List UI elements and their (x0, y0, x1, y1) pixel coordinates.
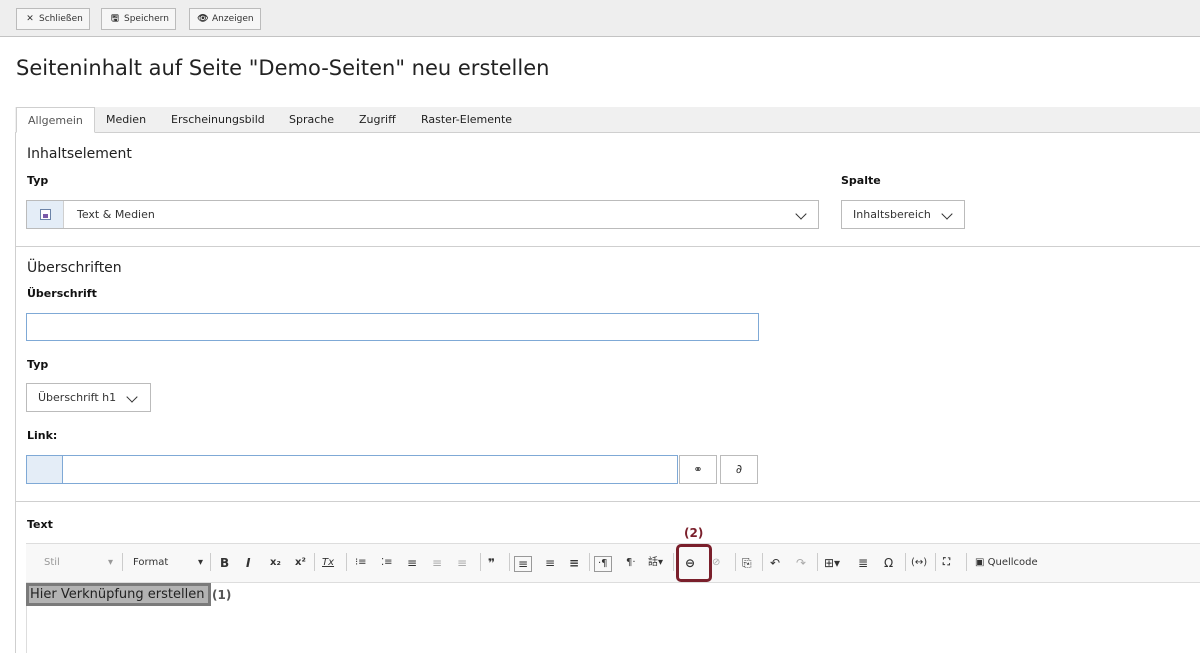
source-icon: ▣ (975, 557, 985, 568)
tab-raster-elemente[interactable]: Raster-Elemente (421, 107, 512, 133)
annotation-1: (1) (212, 588, 232, 602)
toolbar-separator (122, 553, 123, 571)
text-label: Text (27, 518, 53, 531)
undo-icon[interactable]: ↶ (770, 556, 780, 570)
link-wizard-icon: ⚭ (693, 463, 703, 476)
unlink-button[interactable]: ∂ (720, 455, 758, 484)
type-label: Typ (27, 174, 49, 187)
heading-type-label: Typ (27, 358, 49, 371)
chevron-down-icon (795, 208, 807, 220)
toolbar-separator (210, 553, 211, 571)
italic-icon[interactable]: I (246, 556, 250, 570)
heading-label: Überschrift (27, 287, 97, 300)
document-toolbar: ✕ Schließen 🖫 Speichern 👁 Anzeigen (0, 0, 1200, 37)
toolbar-separator (509, 553, 510, 571)
tab-allgemein[interactable]: Allgemein (16, 107, 95, 133)
special-char-icon[interactable]: Ω (884, 556, 893, 570)
link-input[interactable] (62, 455, 678, 484)
maximize-icon[interactable]: ⛶ (943, 556, 950, 570)
chevron-down-icon: ▾ (108, 557, 114, 568)
align-justify-icon[interactable]: ≡ (569, 556, 579, 570)
paste-icon[interactable]: ⎘ (742, 556, 752, 570)
numbered-list-icon[interactable]: ⁝≡ (355, 556, 367, 570)
table-icon[interactable]: ⊞▾ (824, 556, 840, 570)
outdent-icon[interactable]: ≡ (432, 556, 442, 570)
section-divider (16, 246, 1200, 247)
section-title-content-element: Inhaltselement (27, 146, 132, 162)
toolbar-separator (935, 553, 936, 571)
content-type-icon (27, 201, 64, 228)
heading-type-select[interactable]: Überschrift h1 (26, 383, 151, 412)
heading-type-value: Überschrift h1 (38, 391, 117, 404)
toolbar-separator (314, 553, 315, 571)
editor-text[interactable]: Hier Verknüpfung erstellen (30, 586, 204, 603)
horizontal-rule-icon[interactable]: ≣ (858, 556, 868, 570)
toolbar-separator (346, 553, 347, 571)
save-button[interactable]: 🖫 Speichern (101, 8, 176, 30)
bold-icon[interactable]: B (220, 556, 229, 570)
style-select[interactable]: Stil (44, 556, 60, 570)
align-left-icon[interactable]: ≡ (514, 556, 533, 572)
toolbar-separator (905, 553, 906, 571)
link-type-indicator (26, 455, 63, 484)
toolbar-separator (817, 553, 818, 571)
unlink-icon[interactable]: ⊘ (712, 556, 720, 570)
rtl-icon[interactable]: ¶· (626, 556, 636, 570)
link-wizard-button[interactable]: ⚭ (679, 455, 717, 484)
close-icon: ✕ (26, 14, 34, 24)
section-title-headings: Überschriften (27, 260, 122, 276)
close-button[interactable]: ✕ Schließen (16, 8, 90, 30)
view-button[interactable]: 👁 Anzeigen (189, 8, 261, 30)
tab-erscheinungsbild[interactable]: Erscheinungsbild (171, 107, 265, 133)
column-label: Spalte (841, 174, 881, 187)
toolbar-separator (735, 553, 736, 571)
column-value: Inhaltsbereich (853, 208, 931, 221)
redo-icon[interactable]: ↷ (796, 556, 806, 570)
toolbar-separator (480, 553, 481, 571)
content-type-select[interactable]: Text & Medien (26, 200, 819, 229)
chevron-down-icon: ▾ (198, 557, 204, 568)
eye-icon: 👁 (197, 14, 209, 24)
tab-sprache[interactable]: Sprache (289, 107, 334, 133)
source-button[interactable]: ▣ Quellcode (975, 556, 1038, 570)
superscript-icon[interactable]: x² (295, 556, 306, 570)
tab-zugriff[interactable]: Zugriff (359, 107, 396, 133)
format-select[interactable]: Format (133, 556, 168, 570)
toolbar-separator (673, 553, 674, 571)
heading-input[interactable] (26, 313, 759, 341)
annotation-2: (2) (684, 526, 704, 540)
chevron-down-icon (941, 208, 953, 220)
align-center-icon[interactable]: ≡ (545, 556, 555, 570)
toolbar-separator (589, 553, 590, 571)
ltr-icon[interactable]: ·¶ (594, 556, 612, 572)
column-select[interactable]: Inhaltsbereich (841, 200, 965, 229)
chain-link-icon: ∂ (735, 462, 743, 476)
subscript-icon[interactable]: x₂ (270, 556, 281, 570)
save-icon: 🖫 (111, 14, 119, 24)
content-type-value: Text & Medien (77, 208, 155, 221)
link-button-highlight (676, 544, 712, 582)
blockquote-icon[interactable]: ❞ (488, 556, 495, 570)
remove-format-icon[interactable]: Tx (322, 556, 334, 570)
page-title: Seiteninhalt auf Seite "Demo-Seiten" neu… (16, 56, 550, 80)
link-label: Link: (27, 429, 58, 442)
bullet-list-icon[interactable]: ⁚≡ (381, 556, 393, 570)
soft-hyphen-icon[interactable]: (↔) (911, 556, 927, 570)
tab-medien[interactable]: Medien (106, 107, 146, 133)
language-icon[interactable]: 話▾ (648, 556, 663, 570)
blockquote-disabled-icon[interactable]: ≡ (457, 556, 467, 570)
toolbar-separator (762, 553, 763, 571)
indent-icon[interactable]: ≡ (407, 556, 417, 570)
chevron-down-icon (126, 391, 138, 403)
section-divider (16, 501, 1200, 502)
toolbar-separator (966, 553, 967, 571)
